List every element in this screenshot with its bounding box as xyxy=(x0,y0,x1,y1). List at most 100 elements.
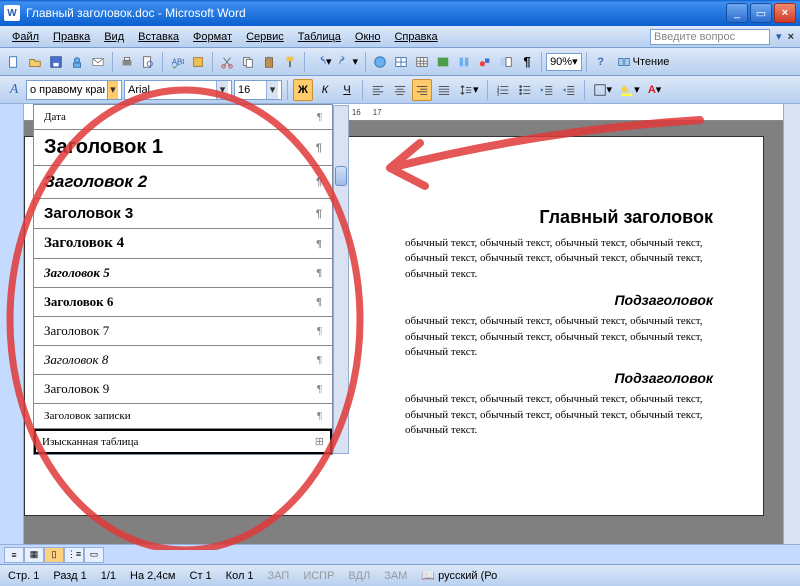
svg-text:ABC: ABC xyxy=(172,57,184,66)
minimize-button[interactable]: _ xyxy=(726,3,748,23)
print-button[interactable] xyxy=(117,51,137,73)
decrease-indent-button[interactable] xyxy=(537,79,557,101)
style-item-heading4[interactable]: Заголовок 4¶ xyxy=(34,229,332,259)
insert-table-button[interactable] xyxy=(412,51,432,73)
underline-button[interactable]: Ч xyxy=(337,79,357,101)
style-item-heading5[interactable]: Заголовок 5¶ xyxy=(34,259,332,288)
borders-button[interactable]: ▾ xyxy=(590,79,616,101)
outline-view-button[interactable]: ⋮≡ xyxy=(64,547,84,563)
standard-toolbar: ABC ▾ ▾ ¶ 90% ▾ ? Чтение xyxy=(0,48,800,76)
menu-table[interactable]: Таблица xyxy=(292,29,347,45)
menu-edit[interactable]: Правка xyxy=(47,29,96,45)
menu-file[interactable]: Файл xyxy=(6,29,45,45)
reading-layout-button[interactable]: Чтение xyxy=(612,51,675,73)
print-view-button[interactable]: ▯ xyxy=(44,547,64,563)
status-ovr[interactable]: ЗАМ xyxy=(384,570,407,582)
spelling-button[interactable]: ABC xyxy=(167,51,187,73)
permission-button[interactable] xyxy=(67,51,87,73)
normal-view-button[interactable]: ≡ xyxy=(4,547,24,563)
style-combo[interactable]: о правому краю▾ xyxy=(26,80,122,100)
web-view-button[interactable]: ▦ xyxy=(24,547,44,563)
status-trk[interactable]: ИСПР xyxy=(303,570,334,582)
line-spacing-button[interactable]: ▾ xyxy=(456,79,482,101)
menu-tools[interactable]: Сервис xyxy=(240,29,290,45)
style-item-heading3[interactable]: Заголовок 3¶ xyxy=(34,199,332,229)
increase-indent-button[interactable] xyxy=(559,79,579,101)
menu-format[interactable]: Формат xyxy=(187,29,238,45)
reading-view-button[interactable]: ▭ xyxy=(84,547,104,563)
status-at: На 2,4см xyxy=(130,570,175,582)
menu-window[interactable]: Окно xyxy=(349,29,387,45)
style-item-memo-heading[interactable]: Заголовок записки¶ xyxy=(34,404,332,429)
status-lang[interactable]: 📖 русский (Ро xyxy=(421,569,497,582)
style-dropdown[interactable]: Дата¶ Заголовок 1¶ Заголовок 2¶ Заголово… xyxy=(33,104,333,455)
status-pages: 1/1 xyxy=(101,570,116,582)
font-color-button[interactable]: A▾ xyxy=(645,79,665,101)
titlebar: W Главный заголовок.doc - Microsoft Word… xyxy=(0,0,800,26)
status-page: Стр. 1 xyxy=(8,570,39,582)
font-size-combo[interactable]: 16▾ xyxy=(234,80,282,100)
font-combo[interactable]: Arial▾ xyxy=(124,80,232,100)
close-button[interactable]: × xyxy=(774,3,796,23)
align-center-button[interactable] xyxy=(390,79,410,101)
style-item-heading2[interactable]: Заголовок 2¶ xyxy=(34,166,332,199)
style-item-date[interactable]: Дата¶ xyxy=(34,105,332,130)
menu-view[interactable]: Вид xyxy=(98,29,130,45)
formatting-toolbar: A о правому краю▾ Arial▾ 16▾ Ж К Ч ▾ 123… xyxy=(0,76,800,104)
tables-borders-button[interactable] xyxy=(391,51,411,73)
drawing-button[interactable] xyxy=(475,51,495,73)
align-justify-button[interactable] xyxy=(434,79,454,101)
show-marks-button[interactable]: ¶ xyxy=(517,51,537,73)
statusbar: Стр. 1 Разд 1 1/1 На 2,4см Ст 1 Кол 1 ЗА… xyxy=(0,564,800,586)
highlight-button[interactable]: ▾ xyxy=(617,79,643,101)
status-ext[interactable]: ВДЛ xyxy=(348,570,370,582)
style-dropdown-scrollbar[interactable] xyxy=(333,105,349,454)
style-item-heading7[interactable]: Заголовок 7¶ xyxy=(34,317,332,346)
style-item-heading1[interactable]: Заголовок 1¶ xyxy=(34,130,332,166)
maximize-button[interactable]: ▭ xyxy=(750,3,772,23)
undo-button[interactable]: ▾ xyxy=(309,51,335,73)
style-item-heading8[interactable]: Заголовок 8¶ xyxy=(34,346,332,375)
menu-help[interactable]: Справка xyxy=(388,29,443,45)
paste-button[interactable] xyxy=(259,51,279,73)
bullets-button[interactable] xyxy=(515,79,535,101)
save-button[interactable] xyxy=(46,51,66,73)
format-painter-button[interactable] xyxy=(280,51,300,73)
doc-close-button[interactable]: × xyxy=(788,31,794,43)
doc-subheading: Подзаголовок xyxy=(405,370,713,386)
doc-map-button[interactable] xyxy=(496,51,516,73)
new-doc-button[interactable] xyxy=(4,51,24,73)
style-item-heading9[interactable]: Заголовок 9¶ xyxy=(34,375,332,404)
email-button[interactable] xyxy=(88,51,108,73)
align-right-button[interactable] xyxy=(412,79,432,101)
zoom-combo[interactable]: 90% ▾ xyxy=(546,53,582,71)
help-button[interactable]: ? xyxy=(591,51,611,73)
bold-button[interactable]: Ж xyxy=(293,79,313,101)
style-item-heading6[interactable]: Заголовок 6¶ xyxy=(34,288,332,317)
style-item-table-elegant[interactable]: Изысканная таблица⊞ xyxy=(34,429,332,454)
redo-button[interactable]: ▾ xyxy=(336,51,362,73)
status-section: Разд 1 xyxy=(53,570,86,582)
open-button[interactable] xyxy=(25,51,45,73)
menu-dropdown-icon[interactable]: ▾ xyxy=(776,30,782,43)
print-preview-button[interactable] xyxy=(138,51,158,73)
styles-pane-button[interactable]: A xyxy=(4,79,24,101)
ask-a-question-box[interactable] xyxy=(650,29,770,45)
research-button[interactable] xyxy=(188,51,208,73)
view-buttons-bar: ≡ ▦ ▯ ⋮≡ ▭ xyxy=(0,544,800,564)
italic-button[interactable]: К xyxy=(315,79,335,101)
vertical-scrollbar[interactable] xyxy=(783,104,800,544)
status-rec[interactable]: ЗАП xyxy=(268,570,290,582)
doc-main-heading: Главный заголовок xyxy=(405,207,713,228)
cut-button[interactable] xyxy=(217,51,237,73)
word-app-icon: W xyxy=(4,5,20,21)
columns-button[interactable] xyxy=(454,51,474,73)
menubar: Файл Правка Вид Вставка Формат Сервис Та… xyxy=(0,26,800,48)
copy-button[interactable] xyxy=(238,51,258,73)
hyperlink-button[interactable] xyxy=(370,51,390,73)
menu-insert[interactable]: Вставка xyxy=(132,29,185,45)
numbering-button[interactable]: 123 xyxy=(493,79,513,101)
doc-paragraph: обычный текст, обычный текст, обычный те… xyxy=(405,392,713,438)
align-left-button[interactable] xyxy=(368,79,388,101)
excel-button[interactable] xyxy=(433,51,453,73)
